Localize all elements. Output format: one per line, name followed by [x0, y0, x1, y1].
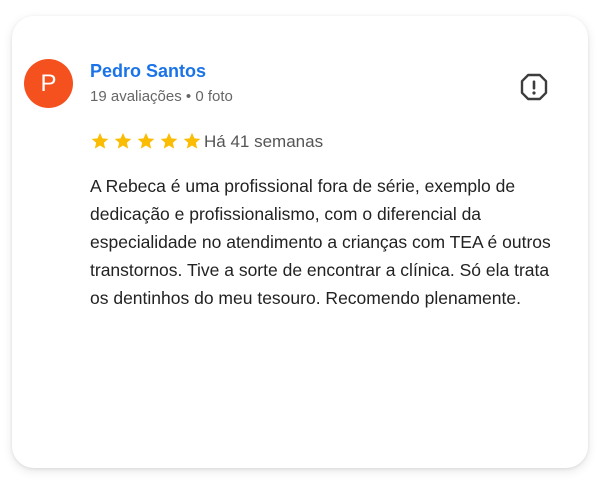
star-rating — [90, 131, 202, 151]
author-name[interactable]: Pedro Santos — [90, 61, 206, 82]
star-icon — [137, 132, 155, 149]
author-meta: 19 avaliações • 0 foto — [90, 88, 233, 105]
review-time: Há 41 semanas — [204, 132, 324, 151]
star-icon — [91, 132, 109, 149]
review-card: P Pedro Santos 19 avaliações • 0 foto Há… — [12, 16, 588, 468]
avatar[interactable]: P — [24, 59, 73, 108]
review-text: A Rebeca é uma profissional fora de séri… — [90, 176, 551, 308]
star-icon — [183, 132, 201, 149]
report-flag-icon[interactable] — [519, 72, 549, 102]
star-icon — [114, 132, 132, 149]
star-icon — [160, 132, 178, 149]
